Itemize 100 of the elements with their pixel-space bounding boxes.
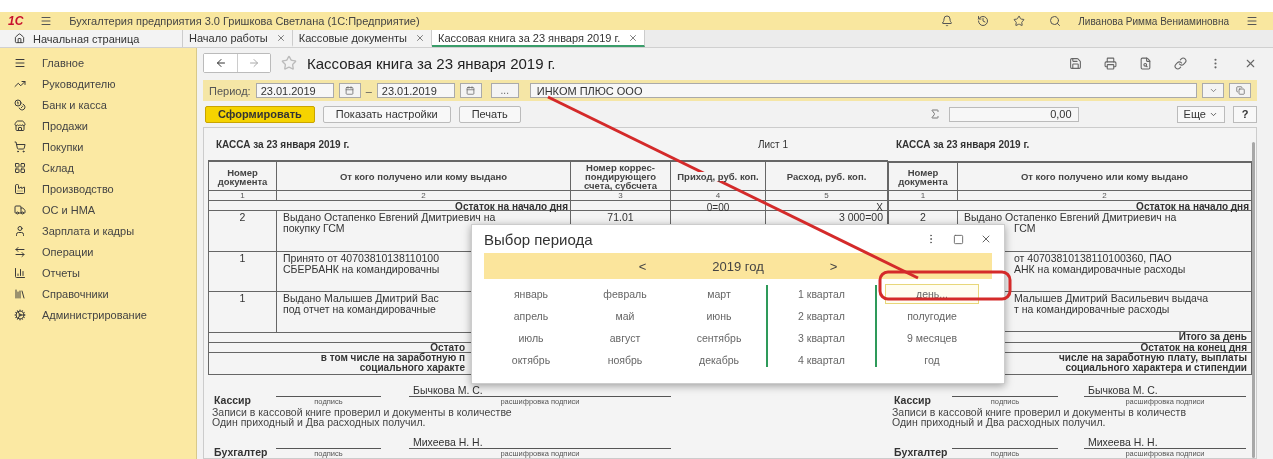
open-button[interactable]: [1229, 83, 1251, 98]
year-label: 2019 год: [712, 258, 764, 274]
period-option[interactable]: апрель: [492, 306, 570, 326]
column-number: 1: [920, 192, 926, 201]
entry-text: СБЕРБАНК на командировачны: [283, 263, 440, 275]
entry-text: ГСМ: [1013, 223, 1036, 235]
menu-icon[interactable]: [40, 15, 53, 27]
home-tab[interactable]: Начальная страница: [0, 30, 183, 47]
period-option[interactable]: 3 квартал: [776, 328, 867, 348]
star-icon[interactable]: [1013, 15, 1026, 27]
sidebar-item[interactable]: Покупки: [0, 136, 196, 157]
total-label: Итого за день: [1178, 332, 1247, 343]
calendar-button[interactable]: [338, 83, 361, 98]
action-button[interactable]: Сформировать: [205, 105, 315, 123]
period-label: Период:: [209, 84, 251, 97]
note-text: Записи в кассовой книге проверил и документы в количестве: [211, 407, 513, 417]
period-option[interactable]: январь: [492, 284, 570, 304]
action-button[interactable]: Показать настройки: [322, 105, 451, 123]
date-field[interactable]: 23.01.2019: [255, 83, 334, 98]
date-field[interactable]: 23.01.2019: [376, 83, 455, 98]
previous-year-button[interactable]: <: [632, 258, 653, 274]
dash: –: [365, 84, 372, 97]
column-number: 2: [1102, 192, 1107, 201]
period-option[interactable]: ноябрь: [586, 350, 664, 370]
maximize-icon[interactable]: [953, 233, 964, 245]
period-option[interactable]: июнь: [680, 306, 758, 326]
next-year-button[interactable]: >: [823, 258, 844, 274]
sidebar-item[interactable]: Зарплата и кадры: [0, 220, 196, 241]
tab[interactable]: Кассовая книга за 23 января 2019 г.: [432, 30, 646, 47]
sidebar-item[interactable]: Главное: [0, 52, 196, 73]
action-button[interactable]: Печать: [458, 105, 521, 123]
entry-text: Выдано Остапенко Евгений Дмитриевич на: [964, 212, 1177, 224]
sidebar-item[interactable]: Справочники: [0, 283, 196, 304]
period-option[interactable]: март: [680, 284, 758, 304]
entry-text: Малышев Дмитрий Васильевич выдача: [1013, 292, 1209, 304]
link-icon[interactable]: [1174, 56, 1187, 70]
sidebar-item[interactable]: Склад: [0, 157, 196, 178]
dropdown-button[interactable]: [1202, 83, 1224, 98]
bell-icon[interactable]: [941, 15, 954, 27]
choose-period-button[interactable]: ...: [490, 83, 519, 98]
copy-icon: [1235, 86, 1245, 95]
close-icon[interactable]: [628, 32, 639, 43]
menu-icon[interactable]: [1246, 15, 1258, 27]
arrow-right-icon: [248, 57, 260, 69]
period-option[interactable]: август: [586, 328, 664, 348]
period-option[interactable]: декабрь: [680, 350, 758, 370]
period-option[interactable]: 1 квартал: [776, 284, 867, 304]
sidebar-item[interactable]: Производство: [0, 178, 196, 199]
tab[interactable]: Кассовые документы: [292, 30, 432, 47]
column-number: 2: [421, 192, 426, 201]
period-option[interactable]: 2 квартал: [776, 306, 867, 326]
tab[interactable]: Начало работы: [183, 30, 293, 47]
period-option[interactable]: сентябрь: [680, 328, 758, 348]
note-text: Записи в кассовой книге проверил и документы в количеств: [891, 407, 1187, 417]
star-icon[interactable]: [281, 55, 297, 71]
app-logo[interactable]: 1С: [8, 14, 24, 28]
calendar-button[interactable]: [459, 83, 482, 98]
calendar-icon: [345, 86, 355, 95]
close-icon[interactable]: [275, 32, 286, 43]
dialog-title: Выбор периода: [484, 230, 594, 248]
entry-text: т на командировачные расходы: [1013, 303, 1170, 315]
period-option[interactable]: октябрь: [492, 350, 570, 370]
total-label: числе на заработную плату, выплаты: [1059, 353, 1247, 364]
shop-icon: [14, 119, 28, 132]
period-option[interactable]: полугодие: [885, 306, 979, 326]
save-icon[interactable]: [1069, 56, 1082, 70]
close-icon[interactable]: [415, 32, 425, 43]
sidebar-label: ОС и НМА: [42, 203, 96, 216]
period-option[interactable]: 4 квартал: [776, 350, 867, 370]
sidebar-item[interactable]: Операции: [0, 241, 196, 262]
close-icon[interactable]: [980, 233, 992, 245]
period-option[interactable]: февраль: [586, 284, 664, 304]
period-option[interactable]: год: [885, 350, 979, 370]
sidebar-item[interactable]: Продажи: [0, 115, 196, 136]
preview-icon[interactable]: [1139, 56, 1152, 70]
search-icon[interactable]: [1049, 15, 1062, 27]
column-number: 5: [824, 192, 829, 201]
sidebar-item[interactable]: Администрирование: [0, 304, 196, 325]
arrow-left-icon: [214, 57, 227, 69]
user-name[interactable]: Ливанова Римма Вениаминовна: [1078, 15, 1229, 27]
sidebar-item[interactable]: Руководителю: [0, 73, 196, 94]
form-title: Кассовая книга за 23 января 2019 г.: [307, 54, 557, 72]
sidebar-item[interactable]: Банк и касса: [0, 94, 196, 115]
sidebar-item[interactable]: ОС и НМА: [0, 199, 196, 220]
period-option[interactable]: май: [586, 306, 664, 326]
sidebar-label: Главное: [42, 56, 85, 69]
help-button[interactable]: ?: [1233, 105, 1257, 123]
period-option[interactable]: июль: [492, 328, 570, 348]
total-label: Остато: [430, 343, 465, 354]
print-icon[interactable]: [1104, 56, 1117, 70]
period-option[interactable]: 9 месяцев: [885, 328, 979, 348]
scrollbar[interactable]: [1252, 142, 1255, 458]
organization-field[interactable]: ИНКОМ ПЛЮС ООО: [529, 83, 1197, 98]
signatory-name: Михеева Н. Н.: [412, 436, 483, 448]
entry-text: Выдано Остапенко Евгений Дмитриевич на: [283, 212, 496, 224]
total-label: Остаток на конец дня: [1140, 343, 1247, 354]
history-icon[interactable]: [977, 15, 990, 27]
more-button[interactable]: Еще: [1176, 105, 1225, 123]
column-number: 1: [240, 192, 245, 201]
sidebar-item[interactable]: Отчеты: [0, 262, 196, 283]
